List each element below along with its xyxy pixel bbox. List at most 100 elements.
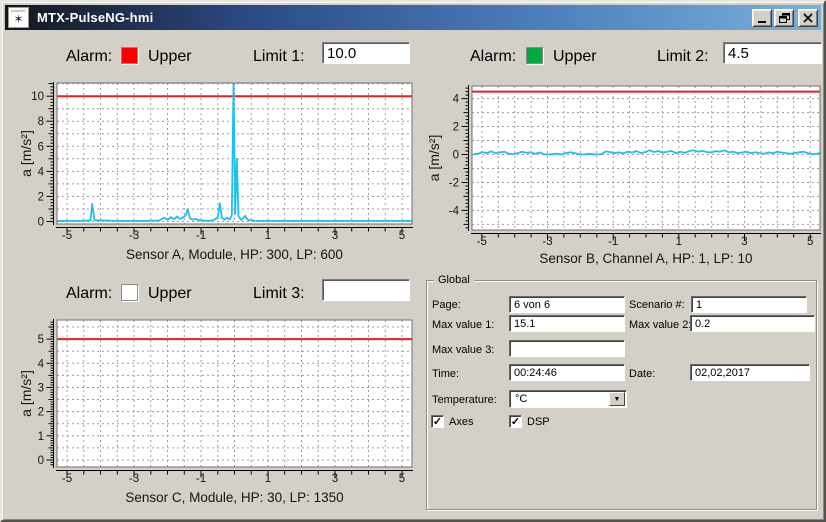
- temperature-label: Temperature:: [432, 394, 497, 406]
- titlebar: pulseNG ✶ MTX-PulseNG-hmi: [5, 5, 821, 30]
- x-tick-label: 5: [399, 230, 405, 242]
- y-tick-label: -4: [449, 205, 460, 217]
- y-axis-title: a [m/s²]: [426, 135, 442, 182]
- max-value-3-label: Max value 3:: [432, 344, 494, 356]
- app-logo-star-icon: ✶: [13, 13, 23, 26]
- temperature-combobox[interactable]: °C ▼: [509, 390, 627, 408]
- x-tick-label: -1: [196, 473, 206, 485]
- max-value-1-field[interactable]: [509, 315, 625, 332]
- y-tick-label: 2: [453, 122, 459, 134]
- date-label: Date:: [629, 368, 655, 380]
- scenario-label: Scenario #:: [629, 299, 685, 311]
- chevron-down-icon: ▼: [614, 396, 621, 403]
- upper-label-2: Upper: [553, 48, 597, 66]
- max-value-2-field[interactable]: [690, 315, 815, 332]
- close-button[interactable]: [798, 9, 818, 27]
- x-tick-label: 1: [676, 236, 682, 248]
- y-tick-label: 4: [38, 166, 45, 178]
- page-field[interactable]: [509, 296, 625, 313]
- window-title: MTX-PulseNG-hmi: [37, 10, 153, 25]
- y-tick-label: 3: [38, 383, 44, 395]
- plot-area: [57, 320, 412, 467]
- app-window: pulseNG ✶ MTX-PulseNG-hmi Ala: [0, 0, 826, 522]
- y-tick-label: -2: [449, 178, 459, 190]
- limit1-input[interactable]: [322, 42, 410, 64]
- x-tick-label: -5: [62, 473, 72, 485]
- check-icon: ✓: [511, 416, 520, 428]
- y-tick-label: 0: [38, 217, 44, 229]
- limit2-label: Limit 2:: [657, 48, 709, 66]
- axes-checkbox-label: Axes: [449, 416, 473, 428]
- max-value-2-label: Max value 2:: [629, 319, 691, 331]
- y-tick-label: 5: [38, 334, 44, 346]
- limit2-input[interactable]: [723, 42, 822, 64]
- x-tick-label: 3: [741, 236, 747, 248]
- time-field[interactable]: [509, 364, 625, 381]
- page-label: Page:: [432, 299, 461, 311]
- minimize-icon: [758, 21, 766, 23]
- chart-sensor-c: -5-3-1135012345Sensor C, Module, HP: 30,…: [18, 305, 418, 522]
- date-field[interactable]: [690, 364, 810, 381]
- max-value-1-label: Max value 1:: [432, 319, 494, 331]
- chart-sensor-a: -5 -3 -1 1 3 5 0 2 4 6 8 10 Sensor A, Module, HP: 30…: [18, 70, 418, 282]
- y-axis-title: a [m/s²]: [18, 130, 34, 177]
- y-tick-label: 1: [38, 431, 44, 443]
- alarm-label-3: Alarm:: [66, 285, 112, 303]
- y-tick-label: 8: [38, 116, 44, 128]
- x-tick-label: 1: [265, 473, 271, 485]
- alarm-indicator-1: [121, 47, 138, 64]
- x-tick-label: -5: [477, 236, 487, 248]
- scenario-field[interactable]: [691, 296, 807, 313]
- check-icon: ✓: [433, 416, 442, 428]
- chart-svg: -5-3-1135012345Sensor C, Module, HP: 30,…: [18, 305, 418, 522]
- restore-icon: [779, 13, 790, 23]
- y-tick-label: 6: [38, 141, 44, 153]
- x-axis-title: Sensor C, Module, HP: 30, LP: 1350: [125, 490, 343, 505]
- x-axis-title: Sensor A, Module, HP: 300, LP: 600: [126, 247, 343, 262]
- upper-label-3: Upper: [148, 285, 192, 303]
- temperature-value: °C: [515, 393, 527, 405]
- alarm-label-1: Alarm:: [66, 48, 112, 66]
- restore-button[interactable]: [774, 9, 794, 27]
- y-tick-label: 4: [38, 358, 45, 370]
- chart-svg: -5 -3 -1 1 3 5 0 2 4 6 8 10 Sensor A, Module, HP: 30…: [18, 70, 418, 282]
- x-tick-label: 1: [265, 230, 271, 242]
- app-icon[interactable]: pulseNG ✶: [8, 7, 29, 28]
- x-tick-label: -5: [62, 230, 72, 242]
- time-label: Time:: [432, 368, 459, 380]
- limit3-input[interactable]: [322, 279, 410, 301]
- y-tick-label: 0: [453, 150, 459, 162]
- y-tick-label: 0: [38, 455, 44, 467]
- x-tick-label: 5: [807, 236, 813, 248]
- max-value-3-field[interactable]: [509, 340, 625, 357]
- y-tick-label: 10: [31, 91, 44, 103]
- dsp-checkbox[interactable]: ✓: [509, 415, 522, 428]
- limit3-label: Limit 3:: [253, 285, 305, 303]
- x-axis-title: Sensor B, Channel A, HP: 1, LP: 10: [539, 251, 752, 266]
- chart-sensor-b: -5 -3 -1 1 3 5 -4 -2 0 2 4 Sensor B, Channel A, HP:…: [422, 70, 826, 282]
- y-axis-title: a [m/s²]: [18, 370, 34, 417]
- x-tick-label: -1: [608, 236, 618, 248]
- upper-label-1: Upper: [148, 48, 192, 66]
- dsp-checkbox-label: DSP: [527, 416, 550, 428]
- alarm-label-2: Alarm:: [470, 48, 516, 66]
- axes-checkbox[interactable]: ✓: [431, 415, 444, 428]
- alarm-indicator-3: [121, 284, 138, 301]
- x-tick-label: -1: [196, 230, 206, 242]
- x-tick-label: -3: [542, 236, 552, 248]
- temperature-dropdown-button[interactable]: ▼: [609, 392, 625, 406]
- limit1-label: Limit 1:: [253, 48, 305, 66]
- window-controls: [750, 9, 818, 27]
- y-tick-label: 2: [38, 191, 44, 203]
- x-tick-label: -3: [129, 230, 139, 242]
- x-tick-label: 5: [399, 473, 405, 485]
- x-tick-label: -3: [129, 473, 139, 485]
- chart-svg: -5 -3 -1 1 3 5 -4 -2 0 2 4 Sensor B, Channel A, HP:…: [422, 70, 826, 282]
- minimize-button[interactable]: [752, 9, 772, 27]
- y-tick-label: 4: [453, 94, 460, 106]
- alarm-indicator-2: [526, 47, 543, 64]
- global-groupbox-title: Global: [434, 274, 474, 286]
- x-tick-label: 3: [332, 473, 338, 485]
- close-icon: [803, 13, 813, 23]
- x-tick-label: 3: [332, 230, 338, 242]
